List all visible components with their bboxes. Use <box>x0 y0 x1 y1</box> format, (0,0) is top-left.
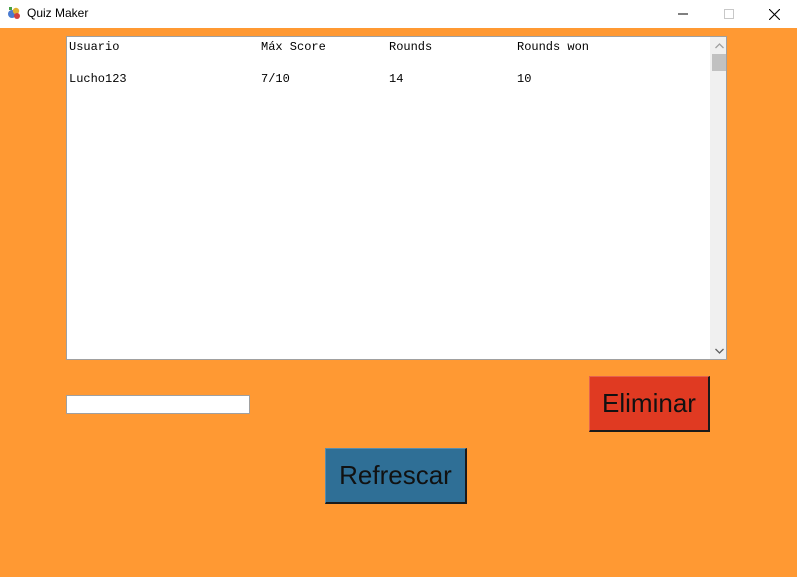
vertical-scrollbar[interactable] <box>710 37 726 359</box>
listbox-header-row[interactable]: Usuario Máx Score Rounds Rounds won <box>69 40 709 54</box>
cell-rounds: 14 <box>389 72 404 86</box>
maximize-icon <box>724 9 734 19</box>
refrescar-button[interactable]: Refrescar <box>325 448 467 504</box>
username-entry[interactable] <box>66 395 250 414</box>
scroll-up-button[interactable] <box>711 37 726 54</box>
minimize-icon <box>678 13 688 15</box>
cell-usuario: Lucho123 <box>69 72 127 86</box>
window-title: Quiz Maker <box>27 6 89 20</box>
maximize-button[interactable] <box>706 0 752 28</box>
cell-rounds-won: 10 <box>517 72 532 86</box>
header-rounds-won: Rounds won <box>517 40 590 54</box>
header-rounds: Rounds <box>389 40 433 54</box>
header-usuario: Usuario <box>69 40 120 54</box>
chevron-down-icon <box>715 348 724 354</box>
quiz-maker-app-icon <box>6 5 22 21</box>
close-button[interactable] <box>751 0 797 28</box>
chevron-up-icon <box>715 42 724 48</box>
window-titlebar: Quiz Maker <box>0 0 797 28</box>
eliminar-button[interactable]: Eliminar <box>589 376 710 432</box>
scores-listbox[interactable]: Usuario Máx Score Rounds Rounds won Luch… <box>66 36 727 360</box>
scroll-down-button[interactable] <box>711 342 726 359</box>
cell-max-score: 7/10 <box>261 72 290 86</box>
scrollbar-thumb[interactable] <box>712 54 726 71</box>
list-item[interactable]: Lucho123 7/10 14 10 <box>69 72 709 86</box>
close-icon <box>768 8 780 20</box>
header-max-score: Máx Score <box>261 40 326 54</box>
minimize-button[interactable] <box>660 0 706 28</box>
